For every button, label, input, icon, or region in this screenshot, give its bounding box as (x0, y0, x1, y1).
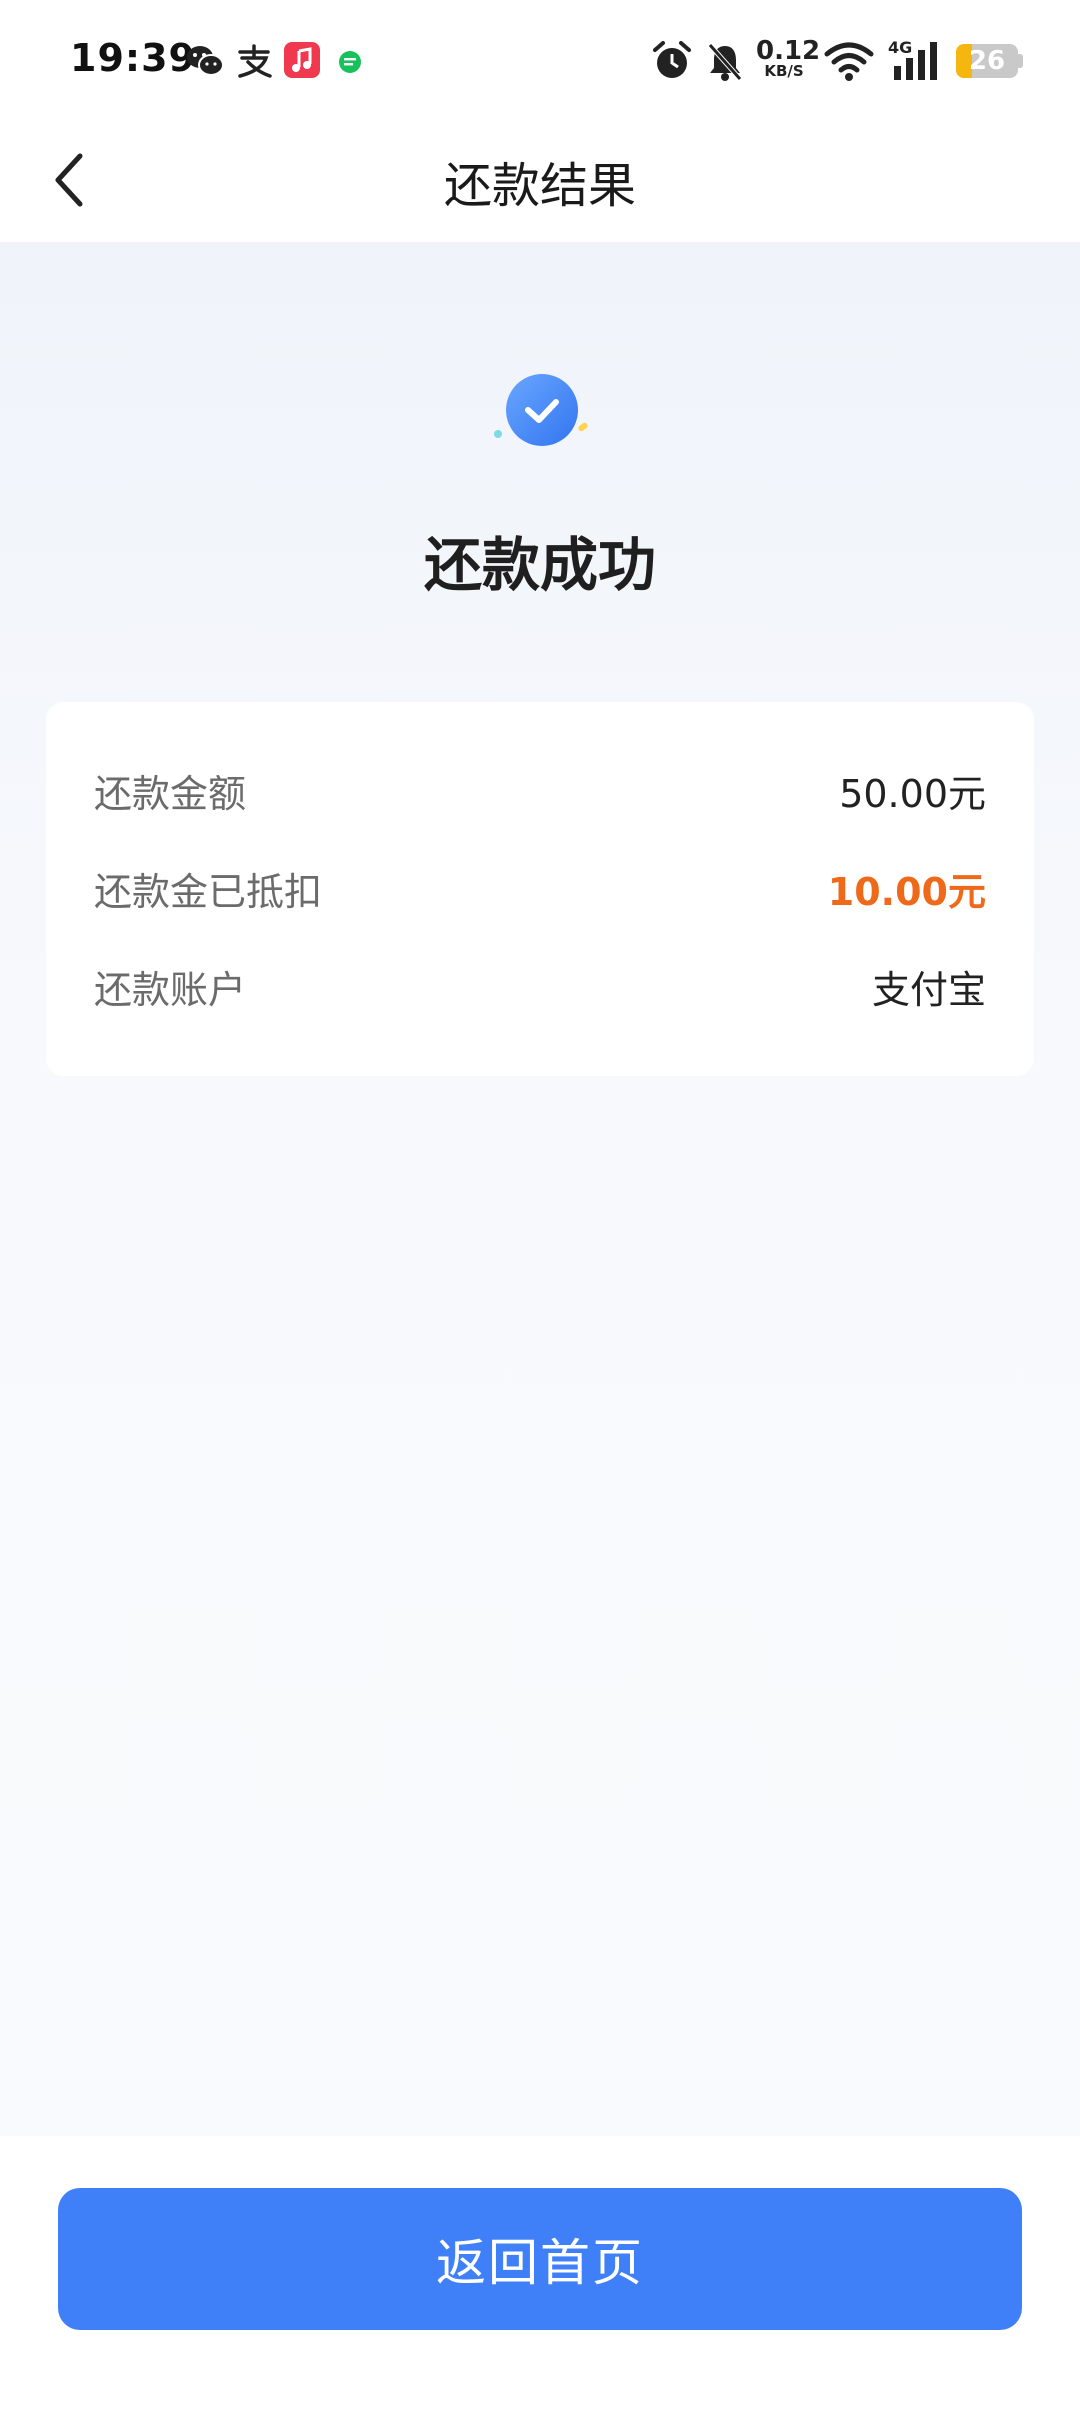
music-icon (284, 42, 320, 78)
wechat-icon (187, 46, 224, 76)
detail-value: 支付宝 (871, 967, 986, 1012)
battery-icon: 26 (956, 44, 1018, 78)
detail-label: 还款账户 (94, 967, 247, 1012)
alipay-icon (238, 44, 272, 78)
status-bar: 19:39 0.12 KB/S 4G 26 (0, 0, 1080, 120)
message-icon (339, 51, 361, 73)
wifi-icon (824, 42, 874, 81)
return-home-button[interactable]: 返回首页 (58, 2188, 1022, 2330)
signal-icon (894, 42, 937, 80)
detail-value: 10.00元 (827, 869, 986, 914)
detail-label: 还款金已抵扣 (94, 869, 323, 914)
detail-row-deducted: 还款金已抵扣 10.00元 (94, 858, 986, 918)
check-circle-icon (494, 374, 588, 446)
status-time: 19:39 (70, 36, 196, 80)
detail-value: 50.00元 (839, 771, 986, 816)
detail-row-amount: 还款金额 50.00元 (94, 760, 986, 820)
nav-bar: 还款结果 (0, 120, 1080, 242)
net-speed: 0.12 KB/S (756, 36, 821, 80)
mute-bell-icon (708, 43, 742, 81)
battery-level: 26 (968, 46, 1006, 76)
net-speed-unit: KB/S (764, 62, 804, 80)
battery-cap (1018, 54, 1023, 68)
net-speed-value: 0.12 (756, 36, 821, 66)
details-card: 还款金额 50.00元 还款金已抵扣 10.00元 还款账户 支付宝 (46, 702, 1034, 1076)
screen: 19:39 0.12 KB/S 4G 26 还款结果 还款成功 还款金额 50.… (0, 0, 1080, 2412)
result-status: 还款成功 (423, 531, 656, 599)
alarm-icon (653, 41, 691, 78)
detail-row-account: 还款账户 支付宝 (94, 956, 986, 1016)
detail-label: 还款金额 (94, 771, 247, 816)
page-title: 还款结果 (443, 158, 636, 214)
